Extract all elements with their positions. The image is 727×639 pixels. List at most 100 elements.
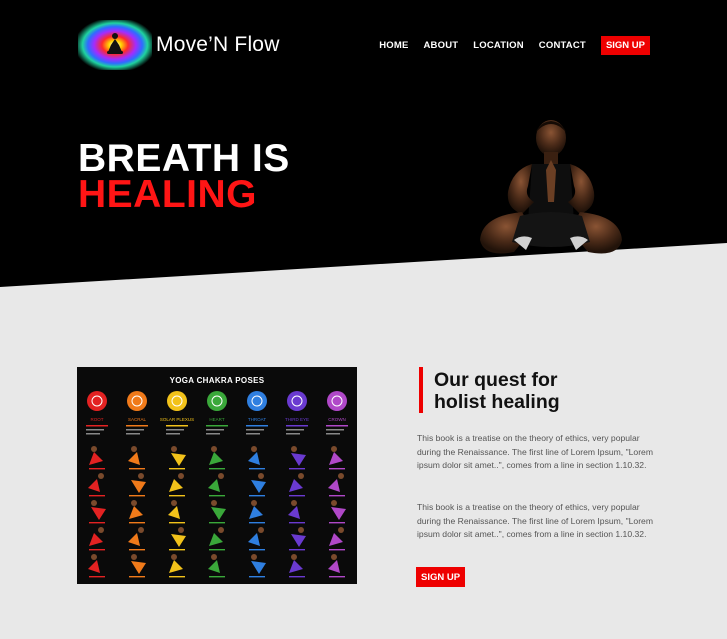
pose-figure-head: [131, 446, 137, 452]
pose-figure-body: [251, 561, 266, 574]
pose-figure-body: [128, 452, 140, 465]
hero-headline: BREATH IS HEALING: [78, 137, 290, 214]
pose-figure-body: [249, 506, 263, 519]
nav-about[interactable]: ABOUT: [424, 40, 459, 51]
pose-caption-line: [249, 576, 265, 578]
pose-caption-line: [89, 522, 105, 524]
pose-caption-line: [89, 549, 105, 551]
pose-figure-head: [91, 446, 97, 452]
pose-figure-head: [218, 473, 224, 479]
pose-caption-line: [89, 468, 105, 470]
pose-caption-line: [289, 522, 305, 524]
chakra-caption-line: [166, 433, 180, 435]
pose-figure-head: [178, 473, 184, 479]
chakra-caption-line: [286, 429, 304, 431]
quest-heading-line-2: holist healing: [434, 391, 560, 413]
nav-signup-button[interactable]: SIGN UP: [600, 36, 650, 55]
pose-caption-line: [249, 495, 265, 497]
pose-figure-body: [89, 533, 103, 546]
chakra-name-label: SACRAL: [128, 417, 147, 422]
chakra-name-label: SOLAR PLEXUS: [160, 417, 194, 422]
chakra-caption-line: [166, 429, 184, 431]
chakra-caption-line: [126, 433, 140, 435]
site-logo[interactable]: Move’N Flow: [78, 20, 280, 70]
pose-figure-body: [171, 453, 186, 466]
pose-figure-body: [91, 507, 106, 520]
pose-figure-body: [129, 506, 143, 519]
pose-caption-line: [129, 522, 145, 524]
chakra-caption-line: [206, 425, 228, 427]
pose-caption-line: [169, 549, 185, 551]
pose-figure-head: [338, 473, 344, 479]
pose-figure-body: [328, 479, 340, 492]
pose-caption-line: [329, 576, 345, 578]
headline-line-1: BREATH IS: [78, 137, 290, 180]
pose-figure-body: [208, 560, 220, 573]
chakra-symbol-icon: [247, 391, 267, 411]
content-signup-button[interactable]: SIGN UP: [416, 567, 466, 587]
chakra-name-label: ROOT: [91, 417, 104, 422]
pose-figure-head: [171, 554, 177, 560]
pose-figure-body: [169, 560, 183, 573]
pose-figure-body: [211, 507, 226, 520]
nav-location[interactable]: LOCATION: [473, 40, 524, 51]
pose-caption-line: [129, 549, 145, 551]
chakra-caption-line: [206, 429, 224, 431]
chakra-symbol-icon: [327, 391, 347, 411]
pose-figure-body: [131, 561, 146, 574]
chakra-caption-line: [286, 425, 308, 427]
pose-caption-line: [169, 522, 185, 524]
pose-figure-head: [331, 554, 337, 560]
chakra-name-label: THIRD EYE: [285, 417, 309, 422]
quest-paragraph-1: This book is a treatise on the theory of…: [417, 433, 653, 471]
pose-figure-head: [298, 527, 304, 533]
pose-figure-head: [98, 527, 104, 533]
chakra-symbol-icon: [87, 391, 107, 411]
pose-figure-head: [138, 527, 144, 533]
pose-caption-line: [169, 495, 185, 497]
pose-figure-head: [331, 446, 337, 452]
pose-figure-head: [251, 446, 257, 452]
pose-caption-line: [329, 468, 345, 470]
chakra-caption-line: [326, 429, 344, 431]
pose-figure-head: [291, 500, 297, 506]
main-nav: HOME ABOUT LOCATION CONTACT SIGN UP: [364, 36, 650, 55]
chakra-symbol-icon: [167, 391, 187, 411]
pose-figure-body: [289, 560, 303, 573]
pose-figure-body: [169, 479, 183, 492]
pose-figure-head: [338, 527, 344, 533]
pose-figure-body: [289, 479, 303, 492]
pose-caption-line: [289, 549, 305, 551]
pose-caption-line: [129, 495, 145, 497]
pose-figure-body: [88, 479, 100, 492]
pose-figure-head: [131, 500, 137, 506]
pose-figure-head: [131, 554, 137, 560]
pose-caption-line: [209, 495, 225, 497]
pose-figure-head: [211, 554, 217, 560]
pose-figure-head: [91, 554, 97, 560]
pose-caption-line: [169, 576, 185, 578]
chakra-caption-line: [246, 433, 260, 435]
pose-figure-body: [208, 479, 220, 492]
pose-figure-head: [91, 500, 97, 506]
pose-figure-body: [89, 452, 103, 465]
pose-figure-body: [131, 480, 146, 493]
chakra-name-label: HEART: [209, 417, 224, 422]
chakra-caption-line: [326, 425, 348, 427]
chakra-caption-line: [246, 429, 264, 431]
quest-paragraph-2: This book is a treatise on the theory of…: [417, 502, 653, 540]
nav-contact[interactable]: CONTACT: [539, 40, 586, 51]
pose-caption-line: [329, 495, 345, 497]
pose-caption-line: [209, 468, 225, 470]
pose-figure-head: [258, 527, 264, 533]
chakra-caption-line: [86, 429, 104, 431]
pose-figure-body: [328, 560, 340, 573]
pose-figure-body: [288, 506, 300, 519]
pose-figure-head: [258, 473, 264, 479]
pose-caption-line: [209, 576, 225, 578]
pose-caption-line: [289, 468, 305, 470]
pose-figure-head: [138, 473, 144, 479]
nav-home[interactable]: HOME: [379, 40, 408, 51]
meditating-man-image: [480, 120, 622, 254]
pose-caption-line: [169, 468, 185, 470]
